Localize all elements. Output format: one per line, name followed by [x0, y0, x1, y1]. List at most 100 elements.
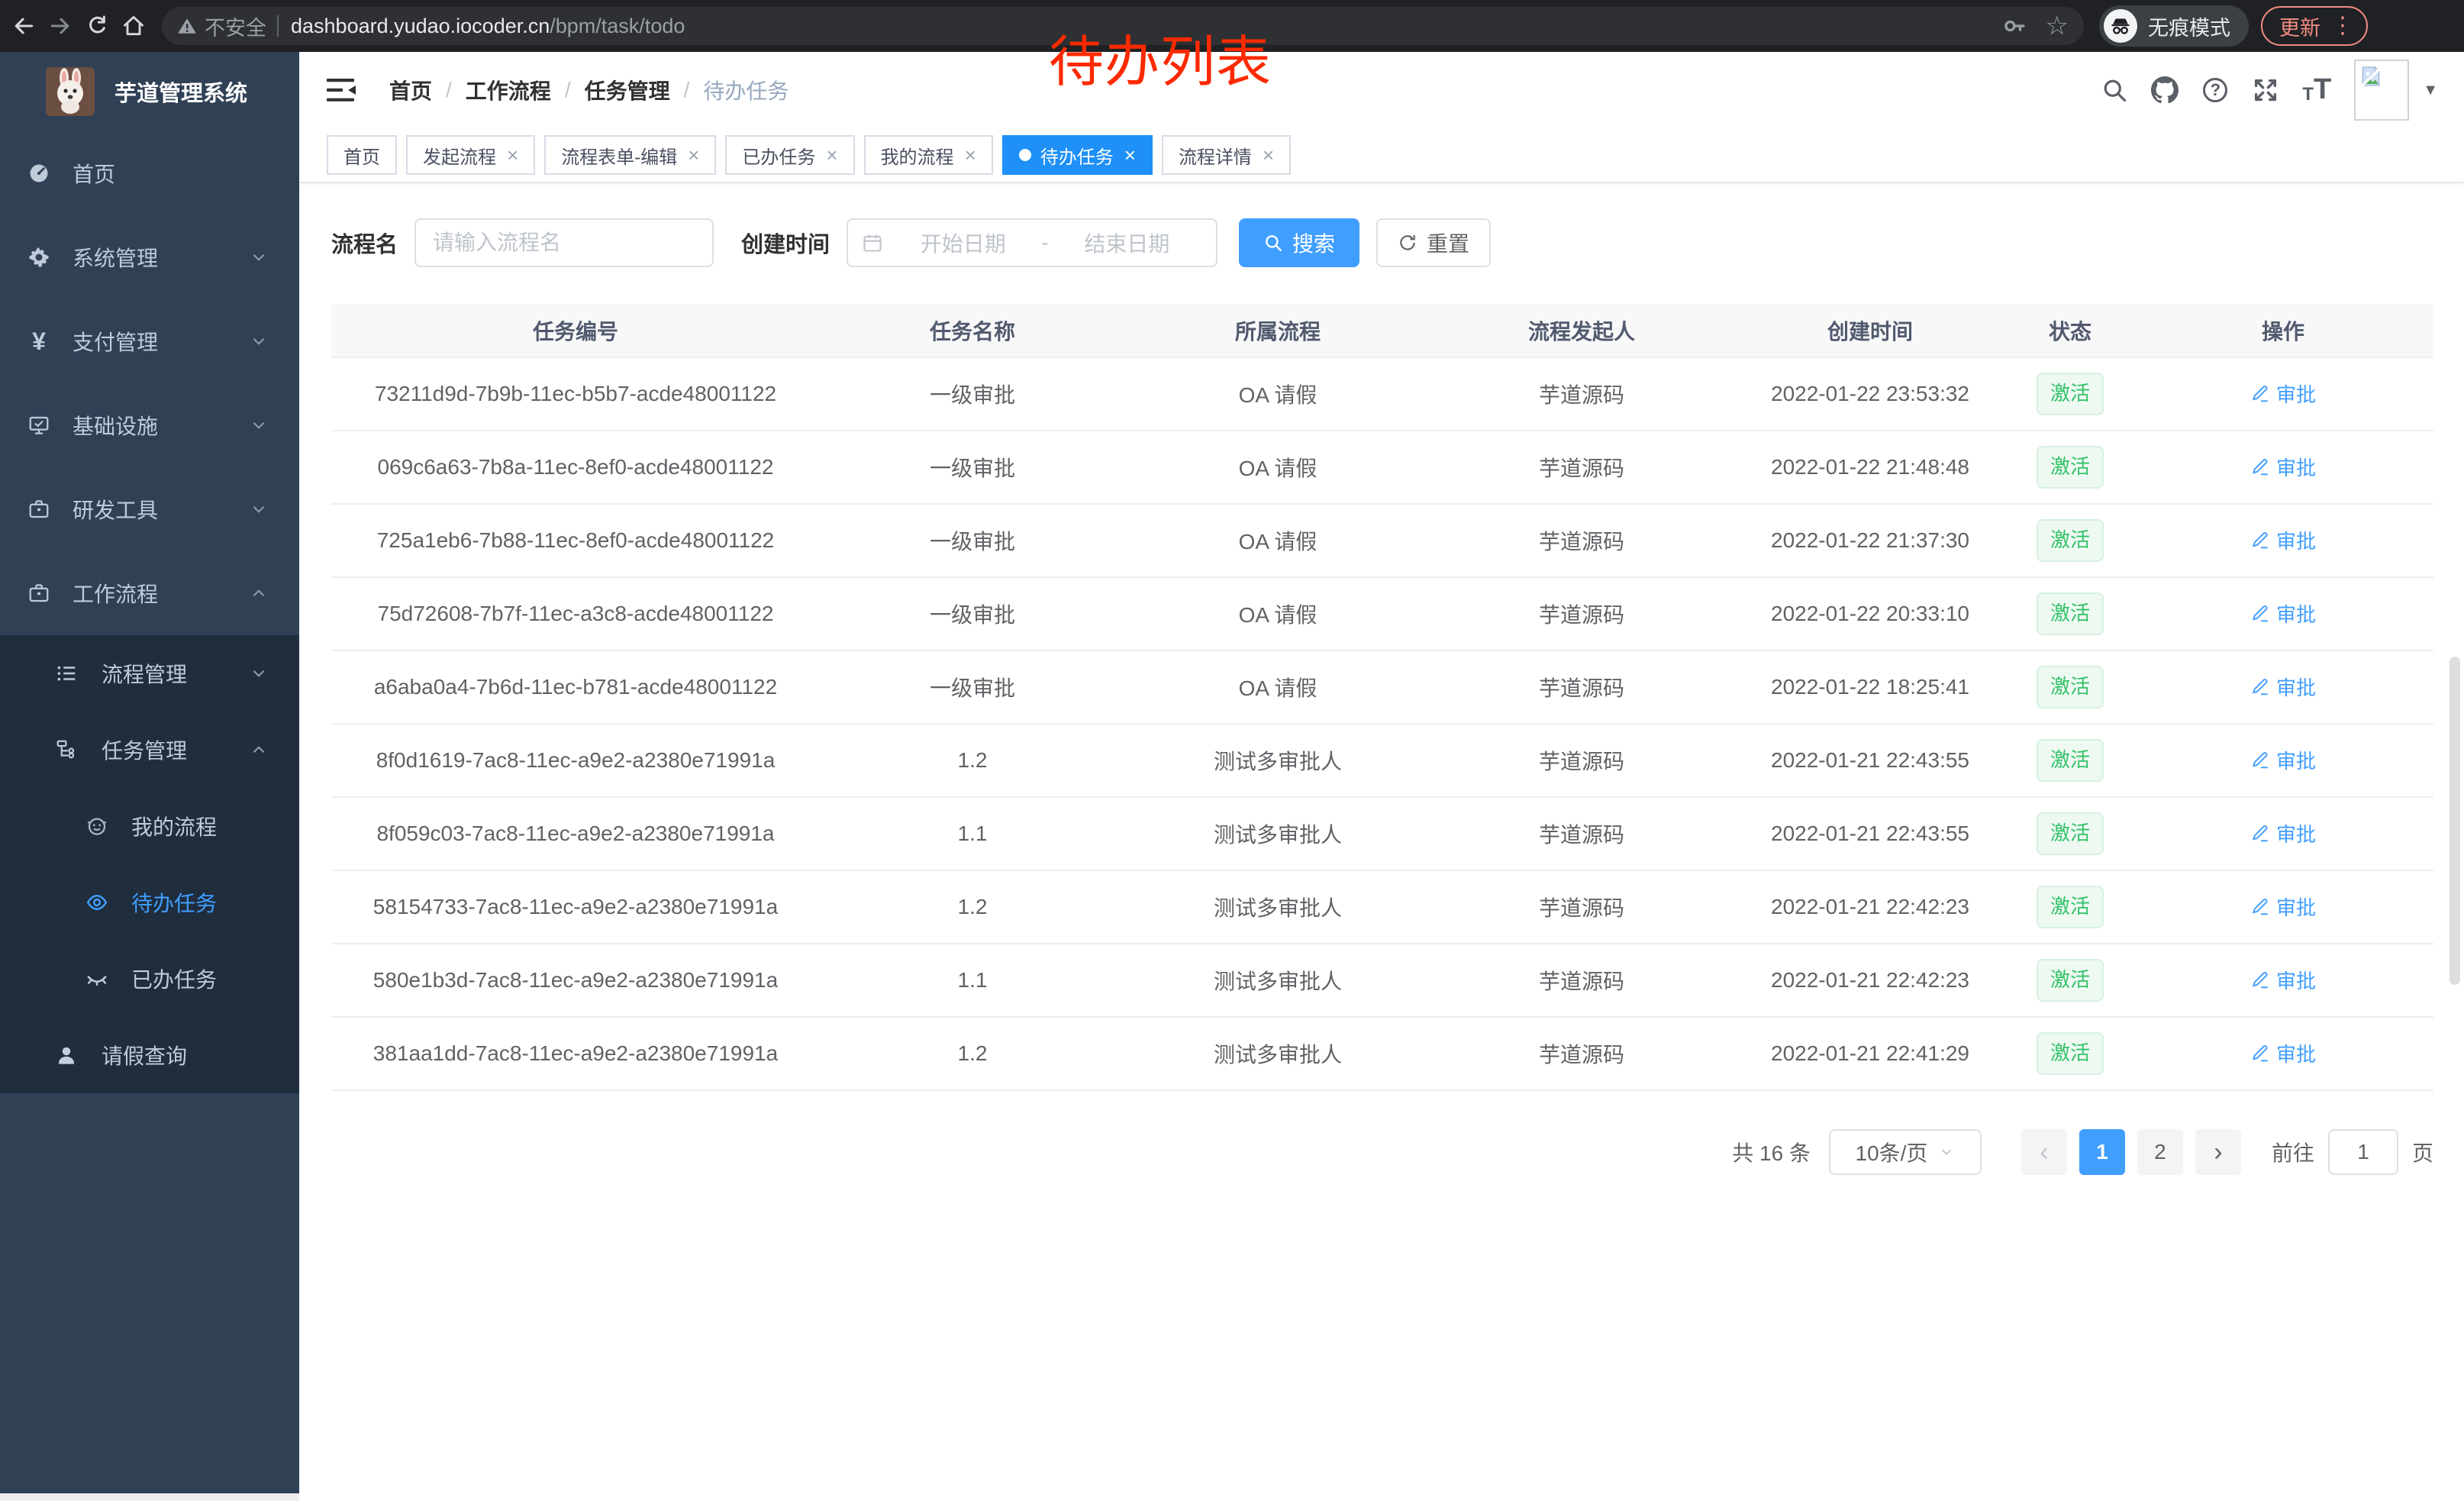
column-header: 任务名称	[820, 304, 1125, 357]
sidebar-item-system[interactable]: 系统管理	[0, 215, 299, 299]
hamburger-fold-icon	[327, 77, 356, 103]
github-icon[interactable]	[2151, 76, 2179, 104]
close-icon[interactable]: ×	[688, 145, 699, 165]
font-size-icon[interactable]: TT	[2302, 76, 2331, 104]
tab-label: 待办任务	[1040, 142, 1114, 169]
approve-link[interactable]: 审批	[2250, 379, 2316, 408]
chevron-down-icon	[249, 663, 269, 683]
table-row: 58154733-7ac8-11ec-a9e2-a2380e71991a 1.2…	[331, 870, 2433, 944]
tab-todo-tasks[interactable]: 待办任务 ×	[1002, 135, 1153, 175]
approve-link[interactable]: 审批	[2250, 893, 2316, 921]
status-badge: 激活	[2037, 1032, 2104, 1074]
breadcrumb-item[interactable]: 首页	[389, 75, 432, 105]
sidebar-item-task-mgmt[interactable]: 任务管理	[0, 712, 299, 788]
next-page-button[interactable]: ›	[2195, 1129, 2241, 1175]
security-label[interactable]: 不安全	[205, 11, 266, 41]
breadcrumb-item[interactable]: 工作流程	[466, 75, 551, 105]
bookmark-star-icon[interactable]: ☆	[2046, 13, 2069, 39]
close-icon[interactable]: ×	[965, 145, 976, 165]
warning-icon	[177, 16, 197, 36]
active-dot-icon	[1019, 149, 1031, 161]
help-icon[interactable]: ?	[2201, 76, 2229, 104]
tab-done-tasks[interactable]: 已办任务×	[725, 135, 854, 175]
sidebar-item-home[interactable]: 首页	[0, 131, 299, 215]
sidebar-collapse-button[interactable]	[327, 77, 356, 103]
avatar[interactable]	[2354, 60, 2409, 121]
tab-process-detail[interactable]: 流程详情×	[1162, 135, 1291, 175]
table-row: 73211d9d-7b9b-11ec-b5b7-acde48001122 一级审…	[331, 357, 2433, 431]
logo-row[interactable]: 芋道管理系统	[0, 52, 299, 131]
search-button-label: 搜索	[1292, 228, 1335, 258]
update-button[interactable]: 更新 ⋮	[2261, 6, 2368, 46]
sidebar-item-todo-tasks[interactable]: 待办任务	[0, 864, 299, 941]
date-range-picker[interactable]: 开始日期 - 结束日期	[847, 218, 1217, 267]
column-header: 操作	[2133, 304, 2433, 357]
approve-label: 审批	[2276, 893, 2316, 921]
tab-start-process[interactable]: 发起流程×	[406, 135, 535, 175]
approve-link[interactable]: 审批	[2250, 966, 2316, 994]
close-icon[interactable]: ×	[1124, 145, 1136, 165]
close-icon[interactable]: ×	[507, 145, 518, 165]
breadcrumb: 首页 / 工作流程 / 任务管理 / 待办任务	[389, 75, 789, 105]
chevron-down-icon	[249, 499, 269, 519]
reset-button[interactable]: 重置	[1376, 218, 1491, 267]
task-process: 测试多审批人	[1125, 724, 1430, 797]
task-time: 2022-01-22 21:37:30	[1733, 504, 2008, 577]
avatar-dropdown-caret-icon[interactable]: ▼	[2423, 82, 2438, 99]
sidebar-item-my-process[interactable]: 我的流程	[0, 788, 299, 864]
browser-forward-button[interactable]	[46, 11, 75, 40]
password-key-icon[interactable]	[2003, 15, 2026, 37]
approve-link[interactable]: 审批	[2250, 599, 2316, 628]
task-starter: 芋道源码	[1430, 724, 1733, 797]
task-process: OA 请假	[1125, 431, 1430, 504]
close-icon[interactable]: ×	[1263, 145, 1274, 165]
approve-link[interactable]: 审批	[2250, 819, 2316, 847]
task-name: 1.2	[820, 724, 1125, 797]
approve-link[interactable]: 审批	[2250, 453, 2316, 481]
sidebar-item-devtools[interactable]: 研发工具	[0, 467, 299, 551]
page-size-select[interactable]: 10条/页	[1829, 1129, 1982, 1175]
breadcrumb-item[interactable]: 任务管理	[585, 75, 670, 105]
start-date-placeholder[interactable]: 开始日期	[888, 228, 1038, 258]
browser-back-button[interactable]	[9, 11, 38, 40]
search-icon[interactable]	[2101, 76, 2128, 104]
sidebar-item-leave-query[interactable]: 请假查询	[0, 1017, 299, 1093]
main-area: 首页 / 工作流程 / 任务管理 / 待办任务 ? TT ▼	[299, 52, 2464, 1501]
prev-page-button[interactable]: ‹	[2021, 1129, 2067, 1175]
chevron-down-icon	[249, 331, 269, 351]
pagination-total: 共 16 条	[1732, 1137, 1811, 1167]
sidebar-item-workflow[interactable]: 工作流程	[0, 551, 299, 635]
page-button-1[interactable]: 1	[2079, 1129, 2125, 1175]
sidebar-menu: 首页 系统管理 ¥ 支付管理 基础设施 研发工具	[0, 131, 299, 1093]
approve-link[interactable]: 审批	[2250, 673, 2316, 701]
approve-link[interactable]: 审批	[2250, 526, 2316, 554]
search-button[interactable]: 搜索	[1239, 218, 1359, 267]
task-time: 2022-01-22 21:48:48	[1733, 431, 2008, 504]
close-icon[interactable]: ×	[826, 145, 837, 165]
sidebar-item-payment[interactable]: ¥ 支付管理	[0, 299, 299, 383]
url-path: /bpm/task/todo	[550, 15, 685, 38]
approve-link[interactable]: 审批	[2250, 1039, 2316, 1067]
vertical-scrollbar[interactable]	[2449, 657, 2460, 985]
end-date-placeholder[interactable]: 结束日期	[1052, 228, 1202, 258]
forward-icon	[48, 14, 73, 38]
tab-my-process[interactable]: 我的流程×	[864, 135, 993, 175]
browser-menu-dots-icon[interactable]: ⋮	[2331, 15, 2354, 37]
approve-link[interactable]: 审批	[2250, 746, 2316, 774]
tab-home[interactable]: 首页	[327, 135, 397, 175]
refresh-icon	[1398, 233, 1417, 253]
tab-label: 首页	[343, 142, 380, 169]
browser-reload-button[interactable]	[82, 11, 111, 40]
browser-home-button[interactable]	[119, 11, 148, 40]
sidebar-item-infra[interactable]: 基础设施	[0, 383, 299, 467]
goto-page-input[interactable]	[2328, 1129, 2398, 1175]
process-name-input[interactable]	[422, 231, 706, 255]
task-id: 069c6a63-7b8a-11ec-8ef0-acde48001122	[331, 431, 820, 504]
sidebar-item-process-mgmt[interactable]: 流程管理	[0, 635, 299, 712]
page-button-2[interactable]: 2	[2137, 1129, 2183, 1175]
sidebar-item-done-tasks[interactable]: 已办任务	[0, 941, 299, 1017]
fullscreen-icon[interactable]	[2252, 76, 2279, 104]
top-navbar: 首页 / 工作流程 / 任务管理 / 待办任务 ? TT ▼	[299, 52, 2464, 128]
column-header: 创建时间	[1733, 304, 2008, 357]
tab-process-form-edit[interactable]: 流程表单-编辑×	[544, 135, 716, 175]
